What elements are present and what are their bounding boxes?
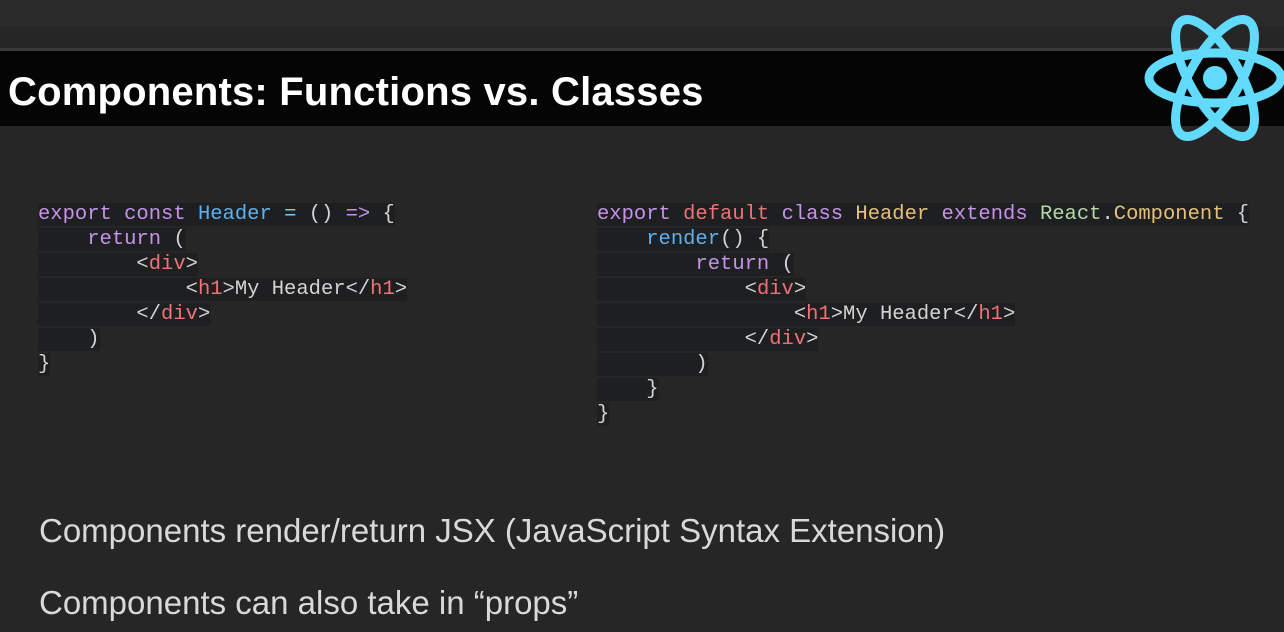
code-token: >My Header</ xyxy=(222,278,371,301)
code-token: > xyxy=(793,278,807,301)
code-token: </ xyxy=(597,328,770,351)
code-token: class xyxy=(781,203,844,226)
atom-nucleus xyxy=(1203,66,1227,90)
code-line: export const Header = () => { xyxy=(38,202,407,227)
code-token: return xyxy=(695,253,770,276)
code-line: } xyxy=(597,402,1249,427)
code-token: < xyxy=(597,303,807,326)
code-line: <div> xyxy=(38,252,407,277)
code-token: } xyxy=(38,353,51,376)
code-token: extends xyxy=(941,203,1028,226)
code-token: React xyxy=(1039,203,1102,226)
code-token: () xyxy=(296,203,346,226)
code-token: < xyxy=(38,278,198,301)
class-component-code: export default class Header extends Reac… xyxy=(597,202,1250,427)
code-token: return xyxy=(87,228,162,251)
code-token: Component xyxy=(1113,203,1225,226)
code-line: ) xyxy=(38,327,407,352)
code-token: > xyxy=(197,303,211,326)
code-line: <h1>My Header</h1> xyxy=(38,277,408,302)
code-token: const xyxy=(124,203,186,226)
code-token: () { xyxy=(720,228,770,251)
code-line: </div> xyxy=(597,327,1249,352)
code-token: => xyxy=(345,203,371,226)
code-token: div xyxy=(756,278,794,301)
code-line: </div> xyxy=(38,302,407,327)
code-line: } xyxy=(38,352,407,377)
code-token: > xyxy=(394,278,408,301)
code-token: { xyxy=(370,203,395,226)
code-token: Header xyxy=(855,203,930,226)
code-token: render xyxy=(646,228,721,251)
code-token: export xyxy=(38,203,112,226)
code-token: > xyxy=(185,253,198,276)
code-token: > xyxy=(1002,303,1016,326)
code-token: h1 xyxy=(197,278,223,301)
code-token: >My Header</ xyxy=(830,303,979,326)
code-token: ) xyxy=(597,353,708,376)
slide-title: Components: Functions vs. Classes xyxy=(8,70,704,114)
code-token: { xyxy=(1224,203,1250,226)
code-token: < xyxy=(597,278,757,301)
code-line: } xyxy=(597,377,1249,402)
code-token: = xyxy=(284,203,297,226)
code-line: <h1>My Header</h1> xyxy=(597,302,1249,327)
code-line: <div> xyxy=(597,277,1249,302)
function-component-code: export const Header = () => { return ( <… xyxy=(38,202,408,377)
code-token: . xyxy=(1101,203,1114,226)
code-token: div xyxy=(769,328,807,351)
top-bar xyxy=(0,0,1284,26)
code-token: export xyxy=(597,203,671,226)
code-token: Header xyxy=(197,203,272,226)
code-token: default xyxy=(683,203,770,226)
code-token: < xyxy=(38,253,149,276)
code-token: h1 xyxy=(370,278,395,301)
code-line: return ( xyxy=(597,252,1249,277)
code-line: export default class Header extends Reac… xyxy=(597,202,1250,227)
code-token: ( xyxy=(769,253,794,276)
bullet-props: Components can also take in “props” xyxy=(39,584,579,621)
code-token: div xyxy=(148,253,186,276)
code-token: > xyxy=(806,328,819,351)
code-token: h1 xyxy=(806,303,831,326)
code-token: } xyxy=(597,378,659,401)
code-token: ( xyxy=(161,228,186,251)
code-token: } xyxy=(597,403,610,426)
code-token: h1 xyxy=(978,303,1003,326)
code-line: return ( xyxy=(38,227,407,252)
bullet-jsx: Components render/return JSX (JavaScript… xyxy=(39,512,946,549)
code-line: ) xyxy=(597,352,1249,377)
code-token: div xyxy=(161,303,198,326)
code-token: ) xyxy=(38,328,100,351)
react-atom-icon xyxy=(1144,14,1284,142)
code-line: render() { xyxy=(597,227,1249,252)
code-token: </ xyxy=(38,303,162,326)
